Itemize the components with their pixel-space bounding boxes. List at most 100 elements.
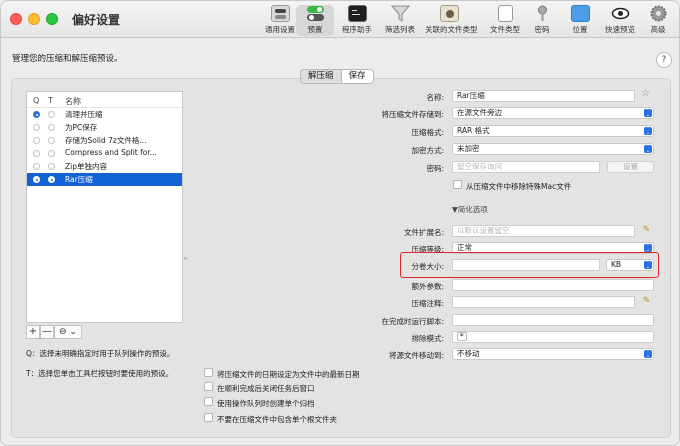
preset-row[interactable]: Compress and Split for... bbox=[27, 147, 182, 160]
store-label: 将压缩文件存储到: bbox=[381, 110, 444, 119]
move-source-value: 不移动 bbox=[457, 349, 480, 358]
chevron-updown-icon: ⌃ ⌄ bbox=[644, 144, 652, 154]
comment-label: 压缩注释: bbox=[411, 299, 444, 308]
eye-icon bbox=[611, 5, 630, 22]
chevron-updown-icon: ⌃ ⌄ bbox=[644, 243, 652, 253]
t-radio[interactable] bbox=[48, 137, 55, 144]
gear-icon bbox=[649, 5, 668, 22]
preset-row-selected[interactable]: Rar压缩 bbox=[27, 173, 182, 186]
strip-mac-label: 从压缩文件中移除特殊Mac文件 bbox=[466, 182, 572, 191]
folder-icon bbox=[570, 5, 590, 22]
document-icon bbox=[497, 5, 513, 22]
simplify-options-disclosure[interactable]: ▼简化选项 bbox=[452, 204, 488, 215]
t-radio[interactable] bbox=[48, 150, 55, 157]
exclude-token[interactable]: * bbox=[457, 332, 467, 341]
password-field[interactable]: 留空保存询问 bbox=[452, 161, 600, 173]
extra-params-field[interactable] bbox=[452, 279, 654, 291]
move-source-select[interactable]: 不移动 ⌃ ⌄ bbox=[452, 348, 654, 360]
preset-name: 存储为Solid 7z文件格... bbox=[65, 136, 147, 145]
q-radio[interactable] bbox=[33, 163, 40, 170]
tab-segmented-control: 解压缩 保存 bbox=[300, 69, 374, 84]
store-location-select[interactable]: 在源文件旁边 ⌃ ⌄ bbox=[452, 107, 654, 119]
password-label: 密码: bbox=[426, 164, 444, 173]
extension-field[interactable]: 以默认设置留空 bbox=[452, 225, 635, 237]
pencil-icon[interactable]: ✎ bbox=[641, 296, 652, 307]
name-field[interactable]: Rar压缩 bbox=[452, 90, 635, 102]
tab-decompress[interactable]: 解压缩 bbox=[301, 70, 341, 83]
t-radio[interactable] bbox=[48, 124, 55, 131]
star-icon[interactable]: ☆ bbox=[641, 88, 650, 99]
toggles-icon bbox=[306, 5, 325, 22]
t-radio[interactable] bbox=[48, 176, 55, 183]
preset-row[interactable]: Zip单独内容 bbox=[27, 160, 182, 173]
toolbar-advanced[interactable]: 高级 bbox=[638, 5, 678, 36]
toolbar-presets[interactable]: 预置 bbox=[296, 5, 334, 36]
q-radio[interactable] bbox=[33, 111, 40, 118]
preset-name: Rar压缩 bbox=[65, 175, 93, 184]
split-unit-value: KB bbox=[611, 260, 622, 269]
preset-list-header: Q T 名称 bbox=[27, 92, 182, 108]
tab-save[interactable]: 保存 bbox=[342, 70, 373, 83]
preset-row[interactable]: 为PC保存 bbox=[27, 121, 182, 134]
comment-field[interactable] bbox=[452, 296, 635, 308]
toolbar-filter-list[interactable]: 筛选列表 bbox=[378, 5, 422, 36]
zoom-window-button[interactable] bbox=[46, 13, 58, 25]
terminal-icon bbox=[347, 5, 367, 22]
preset-name: Zip单独内容 bbox=[65, 162, 107, 171]
list-buttons: + — ⊖ ⌄ bbox=[26, 325, 82, 339]
preset-actions-button[interactable]: ⊖ ⌄ bbox=[54, 325, 82, 339]
t-note: T：选择您单击工具栏按钮时要使用的预设。 bbox=[26, 369, 174, 378]
preset-name: Compress and Split for... bbox=[65, 148, 157, 157]
preferences-window: 偏好设置 通用设置 预置 程序助手 筛选列表 关联的文件类型 文件类型 密码 位… bbox=[0, 0, 680, 446]
split-size-field[interactable] bbox=[452, 259, 600, 271]
exclude-field[interactable]: * bbox=[452, 331, 654, 343]
t-radio[interactable] bbox=[48, 163, 55, 170]
strip-mac-checkbox[interactable] bbox=[453, 180, 462, 189]
format-select[interactable]: RAR 格式 ⌃ ⌄ bbox=[452, 125, 654, 137]
minimize-window-button[interactable] bbox=[28, 13, 40, 25]
name-label: 名称: bbox=[426, 93, 444, 102]
title-bar: 偏好设置 通用设置 预置 程序助手 筛选列表 关联的文件类型 文件类型 密码 位… bbox=[1, 1, 679, 38]
single-archive-checkbox[interactable] bbox=[204, 397, 213, 406]
chevron-updown-icon: ⌃ ⌄ bbox=[644, 260, 652, 270]
no-root-folder-checkbox[interactable] bbox=[204, 413, 213, 422]
extra-params-label: 额外参数: bbox=[411, 282, 444, 291]
help-button[interactable]: ? bbox=[656, 52, 672, 68]
chevron-updown-icon: ⌃ ⌄ bbox=[644, 108, 652, 118]
close-window-button[interactable] bbox=[10, 13, 22, 25]
preset-row[interactable]: 清理并压缩 bbox=[27, 108, 182, 121]
q-radio[interactable] bbox=[33, 150, 40, 157]
split-unit-select[interactable]: KB ⌃ ⌄ bbox=[606, 259, 654, 271]
window-title: 偏好设置 bbox=[72, 13, 121, 27]
q-radio[interactable] bbox=[33, 176, 40, 183]
move-source-label: 将源文件移动到: bbox=[388, 351, 444, 360]
chevron-updown-icon: ⌃ ⌄ bbox=[644, 126, 652, 136]
t-radio[interactable] bbox=[48, 111, 55, 118]
remove-preset-button[interactable]: — bbox=[40, 325, 54, 339]
preset-list: Q T 名称 清理并压缩 为PC保存 存储为Solid 7z文件格... Com… bbox=[26, 91, 183, 323]
set-latest-date-checkbox[interactable] bbox=[204, 368, 213, 377]
toolbar-helper-apps[interactable]: 程序助手 bbox=[335, 5, 379, 36]
col-q-header[interactable]: Q bbox=[33, 96, 39, 105]
no-root-folder-label: 不要在压缩文件中包含单个根文件夹 bbox=[217, 415, 337, 424]
add-preset-button[interactable]: + bbox=[26, 325, 40, 339]
compression-level-value: 正常 bbox=[457, 243, 472, 252]
toolbar-quick-look[interactable]: 快速预览 bbox=[598, 5, 642, 36]
col-t-header[interactable]: T bbox=[48, 96, 53, 105]
split-divider-handle[interactable] bbox=[184, 257, 187, 260]
pencil-icon[interactable]: ✎ bbox=[641, 225, 652, 236]
preset-row[interactable]: 存储为Solid 7z文件格... bbox=[27, 134, 182, 147]
single-archive-label: 使用操作队列时创建单个归档 bbox=[217, 399, 315, 408]
q-radio[interactable] bbox=[33, 124, 40, 131]
close-window-checkbox[interactable] bbox=[204, 382, 213, 391]
chevron-updown-icon: ⌃ ⌄ bbox=[644, 349, 652, 359]
q-radio[interactable] bbox=[33, 137, 40, 144]
col-name-header[interactable]: 名称 bbox=[65, 96, 81, 107]
set-password-button[interactable]: 设置 bbox=[607, 161, 654, 173]
script-field[interactable] bbox=[452, 314, 654, 326]
toolbar-associated-types[interactable]: 关联的文件类型 bbox=[425, 5, 478, 36]
format-value: RAR 格式 bbox=[457, 126, 490, 135]
encrypt-select[interactable]: 未加密 ⌃ ⌄ bbox=[452, 143, 654, 155]
q-note: Q：选择未明确指定时用于队列操作的预设。 bbox=[26, 349, 175, 358]
toolbar-locations[interactable]: 位置 bbox=[558, 5, 602, 36]
